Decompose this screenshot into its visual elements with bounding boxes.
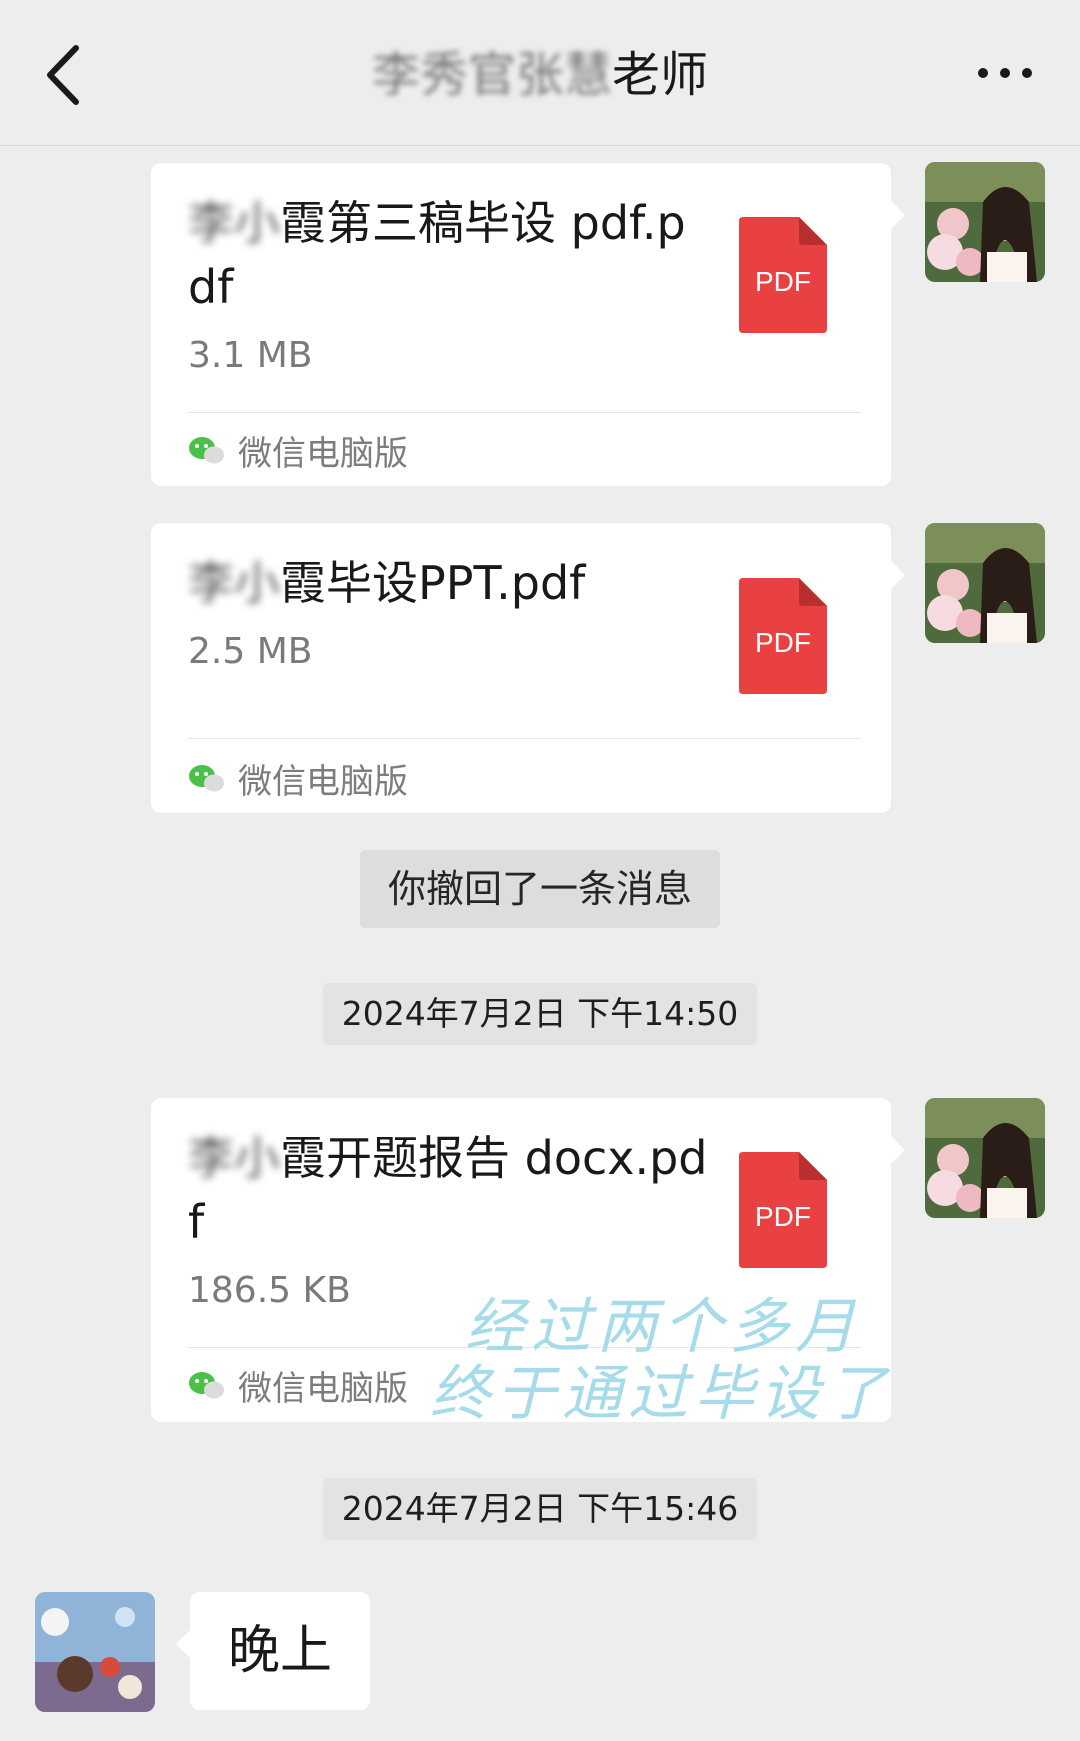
card-divider bbox=[188, 412, 861, 413]
pdf-file-icon: PDF bbox=[739, 578, 827, 694]
file-name-text: 霞毕设PPT.pdf bbox=[280, 556, 586, 610]
wechat-icon bbox=[189, 437, 224, 464]
bubble-notch bbox=[891, 1136, 905, 1164]
file-name: 李小霞第三稿毕设 pdf.pdf bbox=[188, 191, 708, 319]
timestamp: 2024年7月2日 下午15:46 bbox=[323, 1478, 757, 1540]
chat-header: 李秀官张慧老师 bbox=[0, 0, 1080, 146]
overlay-caption-line2: 终于通过毕设了 bbox=[430, 1359, 892, 1429]
file-size: 3.1 MB bbox=[188, 335, 313, 376]
file-name-redacted: 李小 bbox=[188, 556, 280, 610]
chat-title-redacted: 李秀官张慧 bbox=[371, 47, 612, 103]
file-size: 2.5 MB bbox=[188, 631, 313, 672]
file-name: 李小霞毕设PPT.pdf bbox=[188, 551, 708, 615]
file-source: 微信电脑版 bbox=[238, 433, 408, 474]
pdf-icon-label: PDF bbox=[755, 627, 811, 658]
bubble-notch bbox=[891, 201, 905, 229]
file-name-redacted: 李小 bbox=[188, 196, 280, 250]
card-footer: 微信电脑版 bbox=[188, 755, 408, 802]
pdf-icon-label: PDF bbox=[755, 266, 811, 297]
message-text: 晚上 bbox=[228, 1621, 333, 1681]
avatar-image bbox=[925, 162, 1045, 282]
chat-title: 李秀官张慧老师 bbox=[0, 40, 1080, 110]
avatar[interactable] bbox=[925, 523, 1045, 643]
card-footer: 微信电脑版 bbox=[188, 427, 408, 474]
chat-title-text: 老师 bbox=[612, 47, 709, 103]
pdf-icon-label: PDF bbox=[755, 1201, 811, 1232]
avatar-image bbox=[35, 1592, 155, 1712]
text-message[interactable]: 晚上 bbox=[176, 1592, 371, 1710]
recall-notice: 你撤回了一条消息 bbox=[360, 850, 720, 928]
avatar-image bbox=[925, 1098, 1045, 1218]
pdf-file-icon: PDF bbox=[739, 1152, 827, 1268]
more-dots-icon[interactable] bbox=[975, 58, 1035, 88]
card-footer: 微信电脑版 bbox=[188, 1362, 408, 1409]
avatar[interactable] bbox=[925, 1098, 1045, 1218]
avatar[interactable] bbox=[925, 162, 1045, 282]
file-size: 186.5 KB bbox=[188, 1270, 351, 1311]
file-source: 微信电脑版 bbox=[238, 1368, 408, 1409]
wechat-icon bbox=[189, 765, 224, 792]
file-name: 李小霞开题报告 docx.pdf bbox=[188, 1126, 708, 1254]
avatar[interactable] bbox=[35, 1592, 155, 1712]
file-message-2[interactable]: 李小霞毕设PPT.pdf 2.5 MB PDF 微信电脑版 bbox=[151, 523, 905, 813]
bubble-notch bbox=[891, 561, 905, 589]
wechat-icon bbox=[189, 1372, 224, 1399]
timestamp: 2024年7月2日 下午14:50 bbox=[323, 983, 757, 1045]
avatar-image bbox=[925, 523, 1045, 643]
file-source: 微信电脑版 bbox=[238, 761, 408, 802]
card-divider bbox=[188, 738, 861, 739]
file-name-redacted: 李小 bbox=[188, 1131, 280, 1185]
pdf-file-icon: PDF bbox=[739, 217, 827, 333]
file-message-1[interactable]: 李小霞第三稿毕设 pdf.pdf 3.1 MB PDF 微信电脑版 bbox=[151, 163, 905, 486]
bubble-notch bbox=[176, 1630, 190, 1658]
